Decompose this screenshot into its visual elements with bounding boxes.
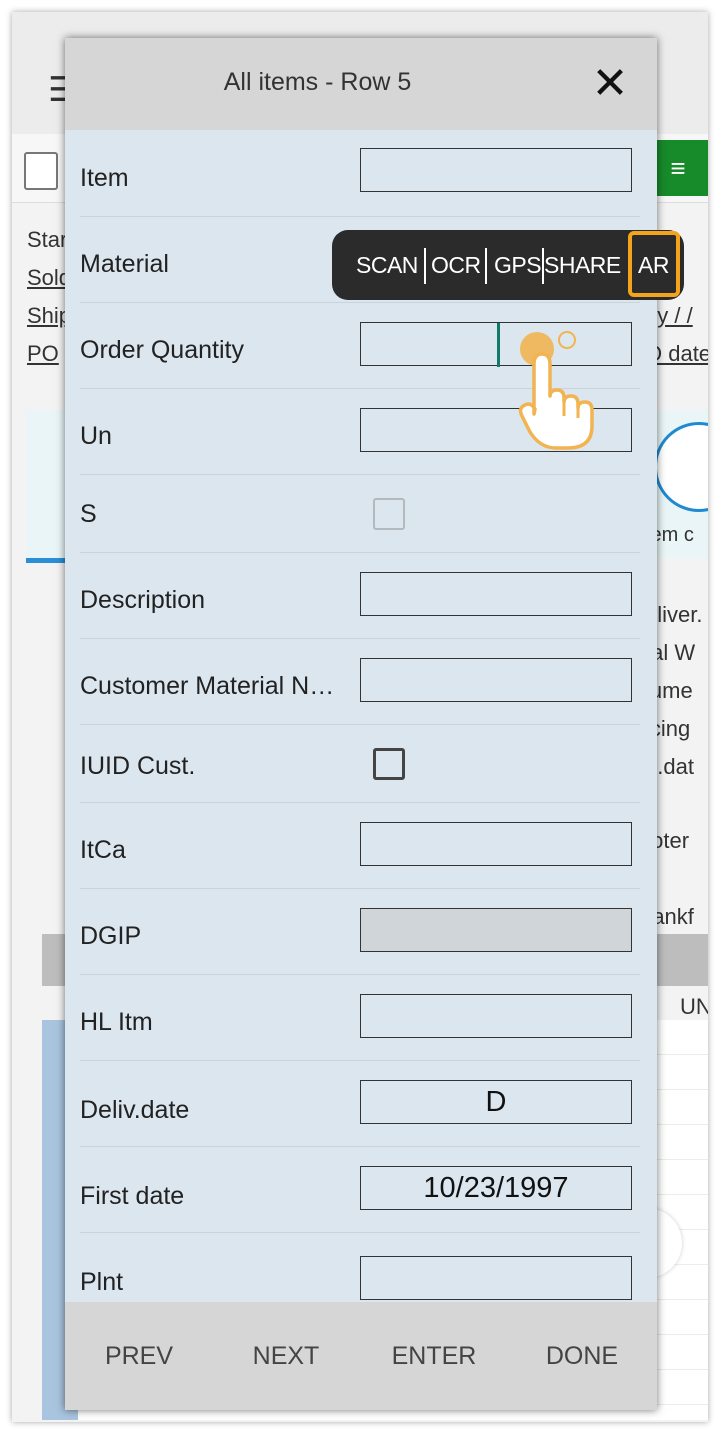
field-label: Description [80, 586, 206, 614]
done-button[interactable]: DONE [522, 1342, 642, 1371]
iuid-cust-checkbox[interactable] [373, 748, 405, 780]
share-button[interactable]: SHARE [544, 252, 621, 279]
field-label: ItCa [80, 836, 126, 864]
close-icon[interactable]: ✕ [585, 60, 635, 110]
prev-button[interactable]: PREV [79, 1342, 199, 1371]
form-row-customer-material: Customer Material N… [80, 638, 640, 725]
plnt-input[interactable] [360, 1256, 632, 1300]
dialog-title: All items - Row 5 [223, 68, 412, 96]
form-row-plnt: Plnt [80, 1232, 640, 1302]
bg-left-label: PO [27, 341, 59, 366]
first-date-input[interactable]: 10/23/1997 [360, 1166, 632, 1210]
hl-itm-input[interactable] [360, 994, 632, 1038]
separator [424, 248, 426, 284]
field-label: Customer Material N… [80, 672, 335, 700]
form-row-first-date: First date 10/23/1997 [80, 1146, 640, 1233]
form-area: Item Material Order Quantity Un S Descri… [65, 130, 657, 1302]
bg-left-label: Star [27, 227, 68, 252]
ar-highlight-box [628, 231, 680, 297]
field-label: Deliv.date [80, 1096, 190, 1124]
deliv-date-input[interactable]: D [360, 1080, 632, 1124]
item-input[interactable] [360, 148, 632, 192]
field-label: S [80, 500, 97, 528]
field-label: Plnt [80, 1268, 124, 1296]
bg-table-col-label: UN [680, 994, 708, 1019]
form-row-description: Description [80, 552, 640, 639]
enter-button[interactable]: ENTER [374, 1342, 494, 1371]
dgip-input [360, 908, 632, 952]
field-label: Item [80, 164, 129, 192]
form-row-iuid-cust: IUID Cust. [80, 724, 640, 803]
s-checkbox [373, 498, 405, 530]
gps-button[interactable]: GPS [494, 252, 542, 279]
bg-green-menu-icon: ≡ [648, 140, 708, 196]
field-label: Un [80, 422, 112, 450]
field-label: First date [80, 1182, 185, 1210]
description-input[interactable] [360, 572, 632, 616]
text-caret [497, 323, 500, 367]
form-row-item: Item [80, 130, 640, 217]
form-row-dgip: DGIP [80, 888, 640, 975]
itca-input[interactable] [360, 822, 632, 866]
field-label: Material [80, 250, 169, 278]
customer-material-input[interactable] [360, 658, 632, 702]
field-label: DGIP [80, 922, 142, 950]
ocr-button[interactable]: OCR [431, 252, 481, 279]
dialog-footer: PREV NEXT ENTER DONE [65, 1302, 657, 1410]
form-row-hl-itm: HL Itm [80, 974, 640, 1061]
pointing-hand-icon [518, 352, 594, 450]
form-row-itca: ItCa [80, 802, 640, 889]
document-icon [24, 152, 58, 190]
next-button[interactable]: NEXT [226, 1342, 346, 1371]
separator [485, 248, 487, 284]
form-row-s: S [80, 474, 640, 553]
field-label: Order Quantity [80, 336, 244, 364]
field-label: IUID Cust. [80, 752, 196, 780]
field-label: HL Itm [80, 1008, 153, 1036]
dialog-header: All items - Row 5 ✕ [65, 38, 657, 130]
scan-button[interactable]: SCAN [356, 252, 418, 279]
form-row-deliv-date: Deliv.date D [80, 1060, 640, 1147]
